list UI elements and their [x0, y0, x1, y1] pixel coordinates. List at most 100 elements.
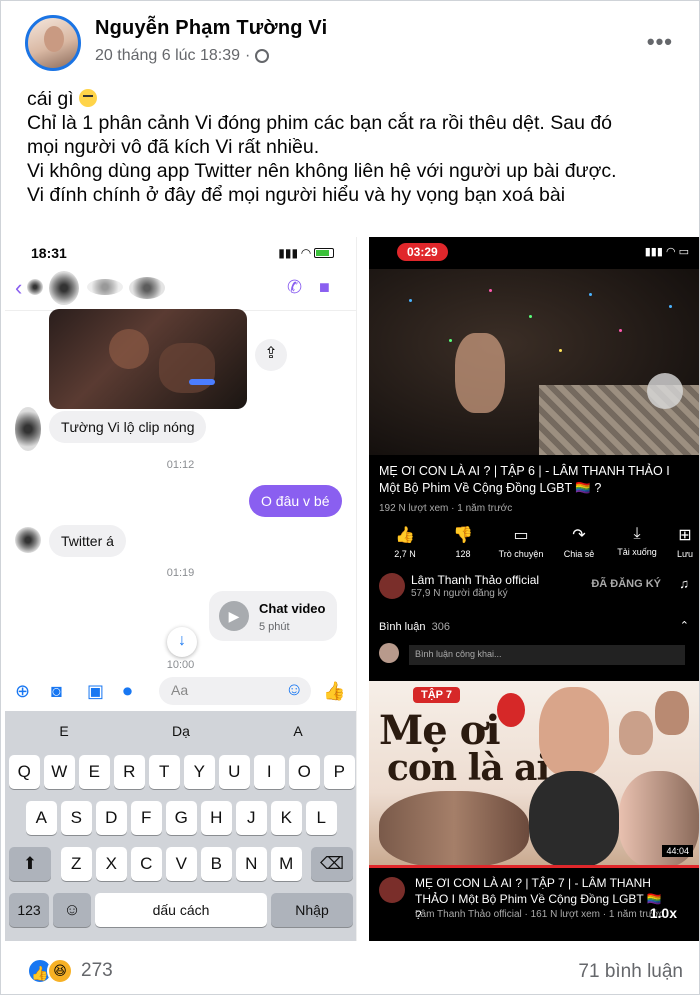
- emoji-key[interactable]: ☺: [53, 893, 91, 927]
- dislike-button[interactable]: 👎 128: [433, 525, 493, 559]
- blurred-name: [87, 279, 123, 295]
- like-button[interactable]: 👍 2,7 N: [375, 525, 435, 559]
- share-button[interactable]: ↷ Chia sẻ: [549, 525, 609, 559]
- haha-reaction-icon: 😆: [47, 958, 73, 984]
- key-s[interactable]: S: [61, 801, 92, 835]
- facebook-post: Nguyễn Phạm Tường Vi 20 tháng 6 lúc 18:3…: [0, 0, 700, 995]
- post-timestamp[interactable]: 20 tháng 6 lúc 18:39: [95, 47, 240, 65]
- space-key[interactable]: dấu cách: [95, 893, 267, 927]
- eye-roll-emoji-icon: [79, 89, 98, 107]
- image-icon[interactable]: ▣: [87, 681, 104, 702]
- chat-button[interactable]: ▭ Trò chuyện: [491, 525, 551, 559]
- video-duration: 44:04: [662, 845, 693, 857]
- key-p[interactable]: P: [324, 755, 355, 789]
- key-c[interactable]: C: [131, 847, 162, 881]
- bell-icon[interactable]: ♫: [679, 576, 689, 591]
- key-j[interactable]: J: [236, 801, 267, 835]
- caption-line-4: Vi không dùng app Twitter nên không liên…: [27, 160, 617, 182]
- key-r[interactable]: R: [114, 755, 145, 789]
- key-x[interactable]: X: [96, 847, 127, 881]
- channel-avatar[interactable]: [379, 877, 405, 903]
- key-h[interactable]: H: [201, 801, 232, 835]
- phone-call-icon[interactable]: ✆: [287, 277, 302, 298]
- thumbs-down-icon: 👎: [453, 527, 473, 544]
- incoming-message[interactable]: Tường Vi lộ clip nóng: [49, 411, 207, 443]
- outgoing-message[interactable]: O đâu v bé: [249, 485, 342, 517]
- messenger-screenshot[interactable]: 18:31 ▮▮▮ ◠ ‹ ✆ ■ ⇪ Tường Vi lộ clip nón…: [5, 237, 357, 941]
- video-player[interactable]: [369, 269, 699, 455]
- blurred-avatar: [27, 279, 43, 295]
- video-call-icon[interactable]: ■: [319, 277, 330, 298]
- caption-line-1: cái gì: [27, 88, 74, 110]
- reactions-summary[interactable]: 👍 😆 273: [27, 958, 113, 984]
- playback-control[interactable]: [647, 373, 683, 409]
- status-bar: 18:31 ▮▮▮ ◠: [5, 237, 356, 267]
- caption-line-5: Vi đính chính ở đây để mọi người hiểu và…: [27, 184, 566, 206]
- enter-key[interactable]: Nhập: [271, 893, 353, 927]
- key-d[interactable]: D: [96, 801, 127, 835]
- key-q[interactable]: Q: [9, 755, 40, 789]
- key-k[interactable]: K: [271, 801, 302, 835]
- suggestion[interactable]: A: [239, 723, 356, 739]
- expand-icon[interactable]: ⌃: [680, 619, 689, 632]
- call-duration: 5 phút: [259, 621, 290, 633]
- numbers-key[interactable]: 123: [9, 893, 49, 927]
- key-a[interactable]: A: [26, 801, 57, 835]
- comment-count[interactable]: 71 bình luận: [578, 961, 683, 983]
- video-attachment[interactable]: [49, 309, 247, 409]
- download-button[interactable]: ⤓ Tải xuống: [607, 525, 667, 557]
- next-video-thumbnail[interactable]: TẬP 7 Mẹ ơi con là ai 44:04: [369, 681, 699, 867]
- comments-header[interactable]: Bình luận 306: [379, 621, 450, 633]
- post-caption: cái gì Chỉ là 1 phân cảnh Vi đóng phim c…: [27, 87, 687, 207]
- like-thumb-icon[interactable]: 👍: [323, 681, 345, 702]
- channel-row[interactable]: Lâm Thanh Thảo official 57,9 N người đăn…: [369, 567, 699, 607]
- next-video-info[interactable]: MẸ ƠI CON LÀ AI ? | TẬP 7 | - LÂM THANH …: [369, 871, 699, 941]
- channel-avatar[interactable]: [379, 573, 405, 599]
- suggestion[interactable]: E: [5, 723, 123, 739]
- key-w[interactable]: W: [44, 755, 75, 789]
- download-icon: ⤓: [633, 525, 641, 542]
- backspace-key[interactable]: ⌫: [311, 847, 353, 881]
- key-e[interactable]: E: [79, 755, 110, 789]
- author-avatar[interactable]: [25, 15, 81, 71]
- comment-input[interactable]: Bình luận công khai...: [409, 645, 685, 665]
- subscribed-button[interactable]: ĐÃ ĐĂNG KÝ: [591, 578, 661, 590]
- emoji-icon[interactable]: ☺: [285, 679, 303, 700]
- key-m[interactable]: M: [271, 847, 302, 881]
- next-video-meta: Lâm Thanh Thảo official · 161 N lượt xem…: [415, 909, 664, 920]
- status-icons: ▮▮▮ ◠ ▭: [644, 246, 689, 258]
- save-button[interactable]: ⊞ Lưu: [665, 525, 699, 559]
- video-title[interactable]: MẸ ƠI CON LÀ AI ? | TẬP 6 | - LÂM THANH …: [379, 463, 679, 497]
- camera-icon[interactable]: ◙: [51, 681, 62, 702]
- key-b[interactable]: B: [201, 847, 232, 881]
- key-t[interactable]: T: [149, 755, 180, 789]
- key-n[interactable]: N: [236, 847, 267, 881]
- key-f[interactable]: F: [131, 801, 162, 835]
- key-i[interactable]: I: [254, 755, 285, 789]
- back-arrow-icon[interactable]: ‹: [15, 275, 22, 301]
- author-name[interactable]: Nguyễn Phạm Tường Vi: [95, 17, 327, 40]
- youtube-screenshot[interactable]: 03:29 ▮▮▮ ◠ ▭ MẸ ƠI CON LÀ AI ? | TẬP 6 …: [369, 237, 699, 941]
- playback-speed[interactable]: 1.0x: [650, 905, 677, 921]
- caption-line-3: mọi người vô đã kích Vi rất nhiều.: [27, 136, 320, 158]
- key-l[interactable]: L: [306, 801, 337, 835]
- microphone-icon[interactable]: ⏺: [123, 681, 132, 702]
- post-meta: 20 tháng 6 lúc 18:39 ·: [95, 47, 270, 65]
- channel-name[interactable]: Lâm Thanh Thảo official: [411, 573, 539, 587]
- suggestion[interactable]: Dạ: [122, 723, 240, 739]
- key-v[interactable]: V: [166, 847, 197, 881]
- video-call-card[interactable]: ▶ Chat video 5 phút: [209, 591, 337, 641]
- incoming-message[interactable]: Twitter á: [49, 525, 126, 557]
- more-dots-icon[interactable]: •••: [647, 29, 673, 55]
- scroll-down-icon[interactable]: ↓: [167, 627, 197, 657]
- key-y[interactable]: Y: [184, 755, 215, 789]
- key-o[interactable]: O: [289, 755, 320, 789]
- key-z[interactable]: Z: [61, 847, 92, 881]
- blurred-sender-avatar: [15, 527, 41, 553]
- shift-key[interactable]: ⬆: [9, 847, 51, 881]
- key-u[interactable]: U: [219, 755, 250, 789]
- key-g[interactable]: G: [166, 801, 197, 835]
- plus-icon[interactable]: ⊕: [15, 681, 30, 702]
- timestamp: 10:00: [166, 659, 195, 671]
- share-icon[interactable]: ⇪: [255, 339, 287, 371]
